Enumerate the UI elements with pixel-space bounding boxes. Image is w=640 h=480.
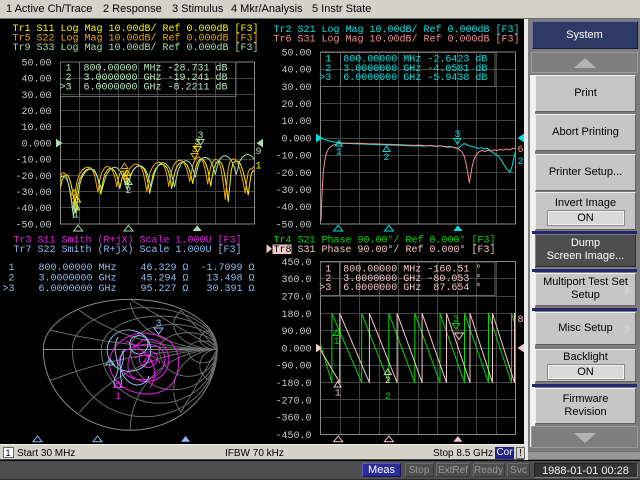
svg-text:2 3.0000000 GHz 45.294 Ω: 2 3.0000000 GHz 45.294 Ω 13.498 Ω 71 — [3, 273, 279, 284]
svg-text:10.00: 10.00 — [21, 123, 51, 134]
svg-text:-50.00: -50.00 — [275, 220, 311, 231]
svg-text:-270.0: -270.0 — [275, 396, 311, 407]
svg-text:1: 1 — [256, 162, 262, 173]
svg-text:30.00: 30.00 — [21, 91, 51, 102]
svg-text:3: 3 — [454, 130, 460, 141]
svg-text:Tr9 S33 Log Mag 10.00dB/ Ref 0: Tr9 S33 Log Mag 10.00dB/ Ref 0.000dB [F3… — [13, 42, 259, 54]
svg-text:10.00: 10.00 — [281, 117, 311, 128]
svg-text:1: 1 — [335, 389, 341, 400]
svg-text:2: 2 — [518, 157, 524, 168]
svg-text:20.00: 20.00 — [281, 100, 311, 111]
svg-text:2: 2 — [125, 186, 131, 197]
svg-text:Tr7 S22 Smith (R+jX) Scale 1.0: Tr7 S22 Smith (R+jX) Scale 1.000U [F3] — [14, 244, 242, 256]
svg-text:9: 9 — [256, 147, 262, 158]
svg-text:0.000: 0.000 — [281, 134, 311, 145]
svg-text:0.000: 0.000 — [281, 344, 311, 355]
svg-text:-450.0: -450.0 — [275, 431, 311, 442]
svg-text:0.000: 0.000 — [21, 139, 51, 150]
svg-text:-10.00: -10.00 — [15, 156, 51, 167]
svg-text:1: 1 — [115, 392, 121, 403]
svg-text:>3 6.0000000 GHz 87.654 °: >3 6.0000000 GHz 87.654 ° — [319, 282, 481, 294]
svg-text:360.0: 360.0 — [281, 275, 311, 286]
svg-text:180.0: 180.0 — [281, 310, 311, 321]
svg-text:50.00: 50.00 — [281, 48, 311, 59]
svg-text:>3 6.0000000 GHz 95.227: >3 6.0000000 GHz 95.227 Ω 30.391 Ω 80 — [3, 284, 279, 295]
svg-text:6: 6 — [518, 145, 524, 156]
svg-text:50.00: 50.00 — [21, 58, 51, 69]
svg-text:450.0: 450.0 — [281, 258, 311, 269]
svg-text:2: 2 — [383, 153, 389, 164]
svg-text:90.00: 90.00 — [281, 327, 311, 338]
svg-text:3: 3 — [197, 131, 203, 142]
svg-text:-180.0: -180.0 — [275, 379, 311, 390]
svg-text:3: 3 — [453, 315, 459, 326]
svg-text:-10.00: -10.00 — [275, 152, 311, 163]
svg-text:-50.00: -50.00 — [15, 220, 51, 231]
svg-text:-360.0: -360.0 — [275, 414, 311, 425]
svg-text:30.00: 30.00 — [281, 83, 311, 94]
svg-text:>3 6.0000000 GHz -8.2211 dB: >3 6.0000000 GHz -8.2211 dB — [60, 81, 228, 93]
svg-text:20.00: 20.00 — [21, 107, 51, 118]
svg-text:1 800.00000 MHz 46.329 Ω: 1 800.00000 MHz 46.329 Ω -1.7099 Ω 11 — [3, 263, 279, 274]
svg-text:-20.00: -20.00 — [275, 169, 311, 180]
svg-text:1: 1 — [336, 148, 342, 159]
svg-text:40.00: 40.00 — [281, 66, 311, 77]
svg-text:Tr6 S31 Log Mag 10.00dB/ Ref 0: Tr6 S31 Log Mag 10.00dB/ Ref 0.000dB [F3… — [274, 34, 520, 46]
svg-text:2: 2 — [385, 392, 391, 403]
svg-text:1: 1 — [73, 211, 79, 222]
svg-text:1: 1 — [334, 337, 340, 348]
svg-text:-20.00: -20.00 — [15, 172, 51, 183]
svg-text:Tr8: Tr8 — [274, 245, 292, 256]
svg-text:-40.00: -40.00 — [15, 204, 51, 215]
svg-text:-90.00: -90.00 — [275, 362, 311, 373]
svg-text:270.0: 270.0 — [281, 293, 311, 304]
svg-text:40.00: 40.00 — [21, 75, 51, 86]
svg-text:8: 8 — [518, 315, 524, 326]
svg-text:-30.00: -30.00 — [275, 186, 311, 197]
svg-text:>3 6.0000000 GHz -5.9438 dB: >3 6.0000000 GHz -5.9438 dB — [319, 72, 487, 84]
svg-text:-30.00: -30.00 — [15, 188, 51, 199]
svg-text:2: 2 — [385, 376, 391, 387]
svg-text:-40.00: -40.00 — [275, 203, 311, 214]
svg-text:S31 Phase 90.00°/ Ref 0.000° [: S31 Phase 90.00°/ Ref 0.000° [F3] — [298, 244, 496, 256]
